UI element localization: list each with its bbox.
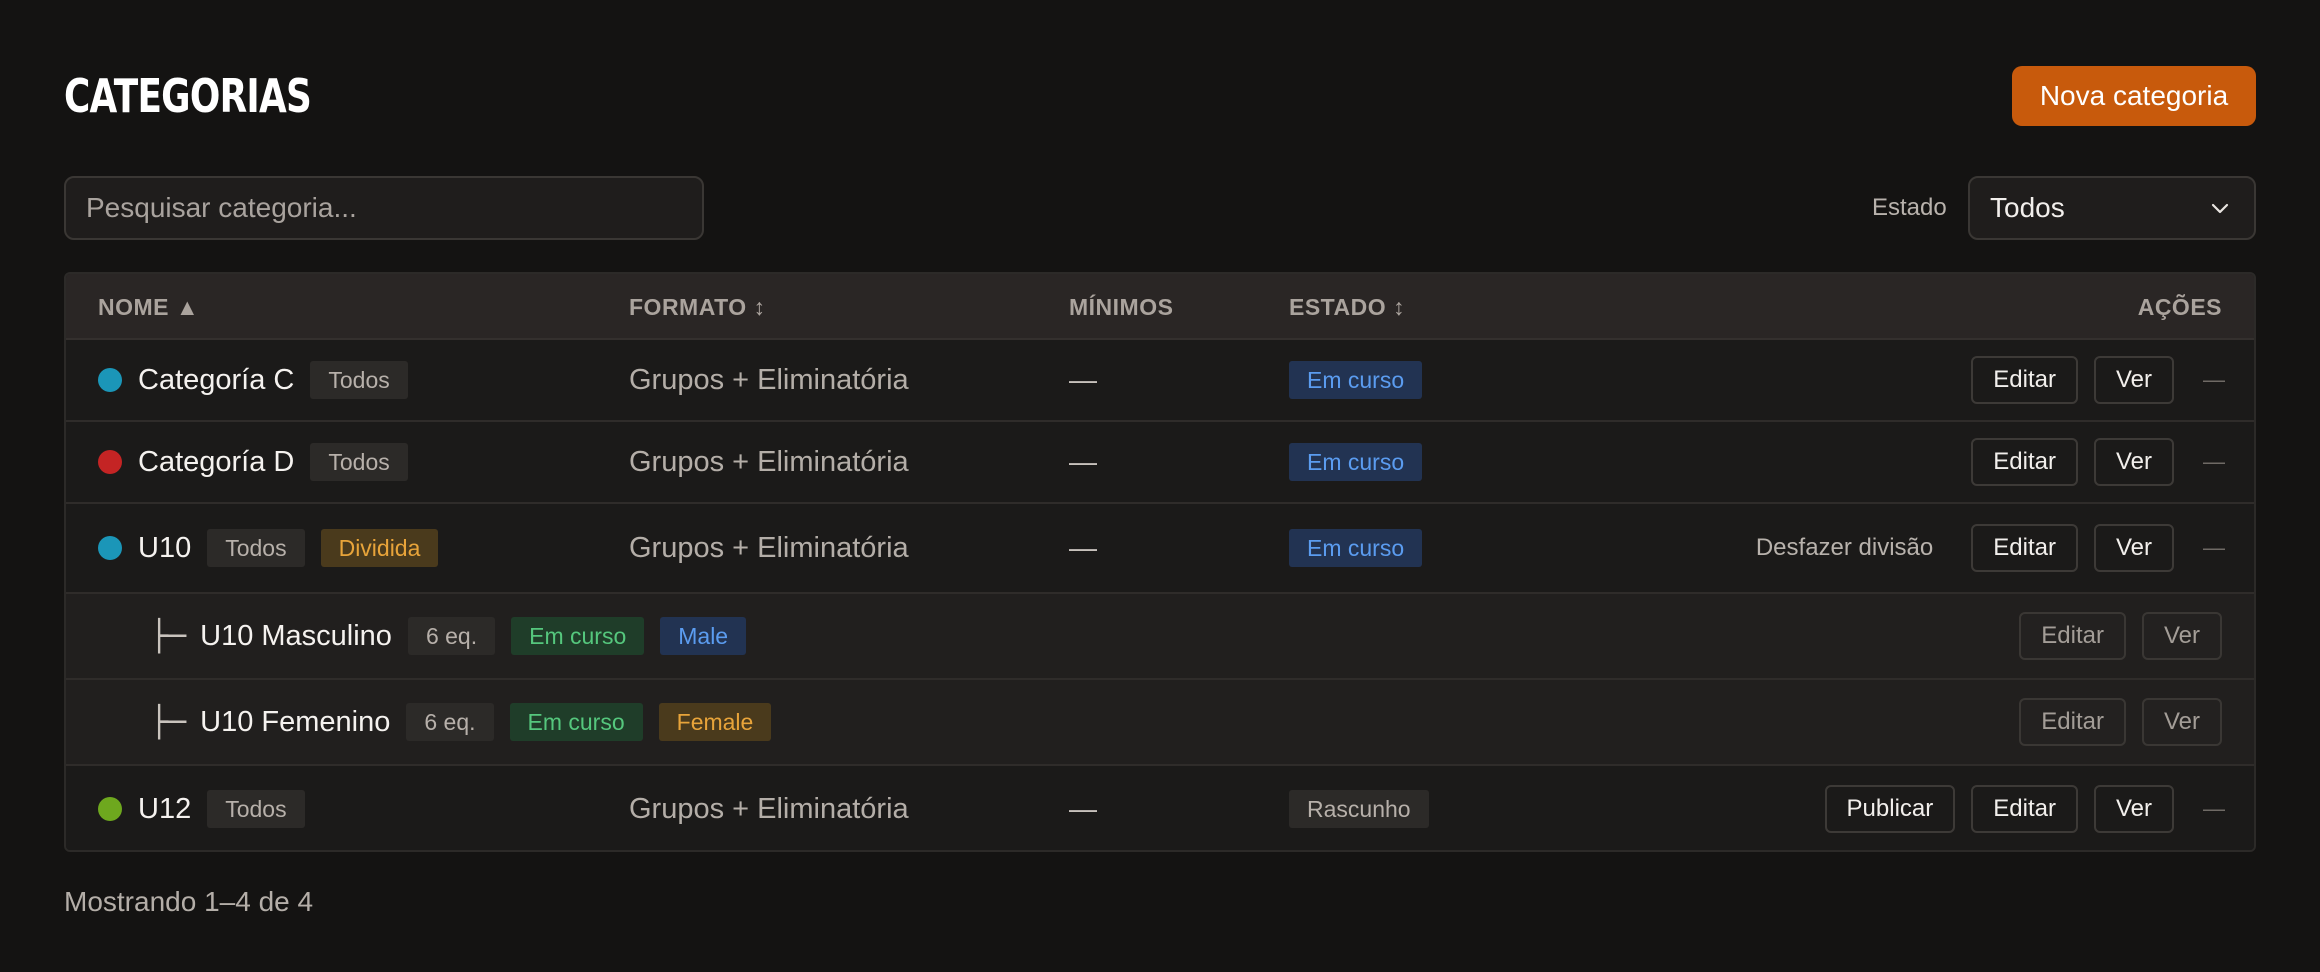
status-tag: Em curso	[511, 617, 645, 655]
scope-tag: Todos	[310, 443, 408, 481]
status-tag: Em curso	[509, 703, 643, 741]
table-row: U12 Todos Grupos + Eliminatória — Rascun…	[66, 766, 2254, 850]
category-color-dot	[98, 797, 122, 821]
edit-button[interactable]: Editar	[1971, 356, 2078, 404]
categories-table: NOME ▲ FORMATO ↕ MÍNIMOS ESTADO ↕ AÇÕES …	[64, 272, 2256, 852]
minimos-text: —	[1069, 446, 1097, 477]
category-name[interactable]: U12	[138, 793, 191, 826]
gender-tag: Male	[660, 617, 747, 655]
edit-button[interactable]: Editar	[2019, 612, 2126, 660]
more-menu-icon[interactable]: —	[2192, 449, 2236, 475]
row-actions: Publicar Editar Ver —	[1809, 766, 2254, 850]
scope-tag: Todos	[310, 361, 408, 399]
new-category-button[interactable]: Nova categoria	[2012, 66, 2256, 126]
category-color-dot	[98, 536, 122, 560]
more-menu-icon[interactable]: —	[2192, 367, 2236, 393]
edit-button[interactable]: Editar	[1971, 524, 2078, 572]
status-filter-value: Todos	[1990, 192, 2065, 223]
chevron-down-icon	[2211, 203, 2229, 214]
pagination-summary: Mostrando 1–4 de 4	[64, 886, 314, 917]
split-tag: Dividida	[320, 529, 439, 567]
format-text: Grupos + Eliminatória	[629, 531, 909, 564]
teams-count-tag: 6 eq.	[406, 703, 494, 741]
tree-branch-icon: ├─	[150, 704, 187, 740]
page-header: CATEGORIAS Nova categoria	[64, 64, 2256, 128]
more-menu-icon[interactable]: —	[2192, 796, 2236, 822]
table-row: Categoría C Todos Grupos + Eliminatória …	[66, 340, 2254, 422]
status-badge: Rascunho	[1289, 790, 1429, 828]
edit-button[interactable]: Editar	[1971, 438, 2078, 486]
name-cell: Categoría C Todos	[98, 340, 424, 420]
view-button[interactable]: Ver	[2141, 612, 2222, 660]
page-title: CATEGORIAS	[64, 69, 312, 123]
name-cell: U10 Todos Dividida	[98, 504, 454, 592]
status-badge: Em curso	[1289, 443, 1423, 481]
minimos-text: —	[1069, 364, 1097, 395]
view-button[interactable]: Ver	[2093, 785, 2174, 833]
teams-count-tag: 6 eq.	[407, 617, 496, 655]
name-cell: ├─ U10 Masculino 6 eq. Em curso Male	[150, 594, 762, 678]
view-button[interactable]: Ver	[2141, 698, 2222, 746]
column-header-nome[interactable]: NOME ▲	[98, 274, 199, 340]
table-row: U10 Todos Dividida Grupos + Eliminatória…	[66, 504, 2254, 594]
table-header: NOME ▲ FORMATO ↕ MÍNIMOS ESTADO ↕ AÇÕES	[66, 274, 2254, 340]
status-filter-label: Estado	[1872, 194, 1947, 221]
edit-button[interactable]: Editar	[1971, 785, 2078, 833]
row-actions: Editar Ver	[2003, 594, 2222, 678]
view-button[interactable]: Ver	[2093, 524, 2174, 572]
minimos-text: —	[1069, 532, 1097, 563]
scope-tag: Todos	[207, 790, 305, 828]
table-subrow: ├─ U10 Femenino 6 eq. Em curso Female Ed…	[66, 680, 2254, 766]
name-cell: U12 Todos	[98, 766, 321, 850]
format-text: Grupos + Eliminatória	[629, 445, 909, 478]
category-color-dot	[98, 450, 122, 474]
edit-button[interactable]: Editar	[2019, 698, 2126, 746]
row-actions: Desfazer divisão Editar Ver —	[1756, 504, 2254, 592]
status-badge: Em curso	[1289, 529, 1423, 567]
gender-tag: Female	[658, 703, 772, 741]
scope-tag: Todos	[207, 529, 305, 567]
tree-branch-icon: ├─	[150, 618, 187, 654]
category-name[interactable]: Categoría C	[138, 364, 294, 397]
row-actions: Editar Ver —	[1955, 340, 2254, 420]
more-menu-icon[interactable]: —	[2192, 535, 2236, 561]
table-subrow: ├─ U10 Masculino 6 eq. Em curso Male Edi…	[66, 594, 2254, 680]
subcategory-name[interactable]: U10 Femenino	[200, 706, 390, 739]
category-color-dot	[98, 368, 122, 392]
search-input[interactable]	[64, 176, 704, 240]
row-actions: Editar Ver —	[1955, 422, 2254, 502]
format-text: Grupos + Eliminatória	[629, 792, 909, 825]
category-name[interactable]: Categoría D	[138, 446, 294, 479]
view-button[interactable]: Ver	[2093, 356, 2174, 404]
column-header-minimos: MÍNIMOS	[1069, 294, 1174, 320]
view-button[interactable]: Ver	[2093, 438, 2174, 486]
table-row: Categoría D Todos Grupos + Eliminatória …	[66, 422, 2254, 504]
column-header-acoes: AÇÕES	[2137, 294, 2222, 320]
minimos-text: —	[1069, 793, 1097, 824]
format-text: Grupos + Eliminatória	[629, 363, 909, 396]
name-cell: Categoría D Todos	[98, 422, 424, 502]
column-header-formato[interactable]: FORMATO ↕	[629, 274, 766, 340]
publish-button[interactable]: Publicar	[1824, 785, 1956, 833]
undo-split-button[interactable]: Desfazer divisão	[1756, 534, 1933, 562]
status-badge: Em curso	[1289, 361, 1423, 399]
name-cell: ├─ U10 Femenino 6 eq. Em curso Female	[150, 680, 787, 764]
subcategory-name[interactable]: U10 Masculino	[200, 620, 392, 653]
column-header-estado[interactable]: ESTADO ↕	[1289, 274, 1405, 340]
status-filter-select[interactable]: Todos	[1968, 176, 2256, 240]
row-actions: Editar Ver	[2003, 680, 2222, 764]
category-name[interactable]: U10	[138, 532, 191, 565]
